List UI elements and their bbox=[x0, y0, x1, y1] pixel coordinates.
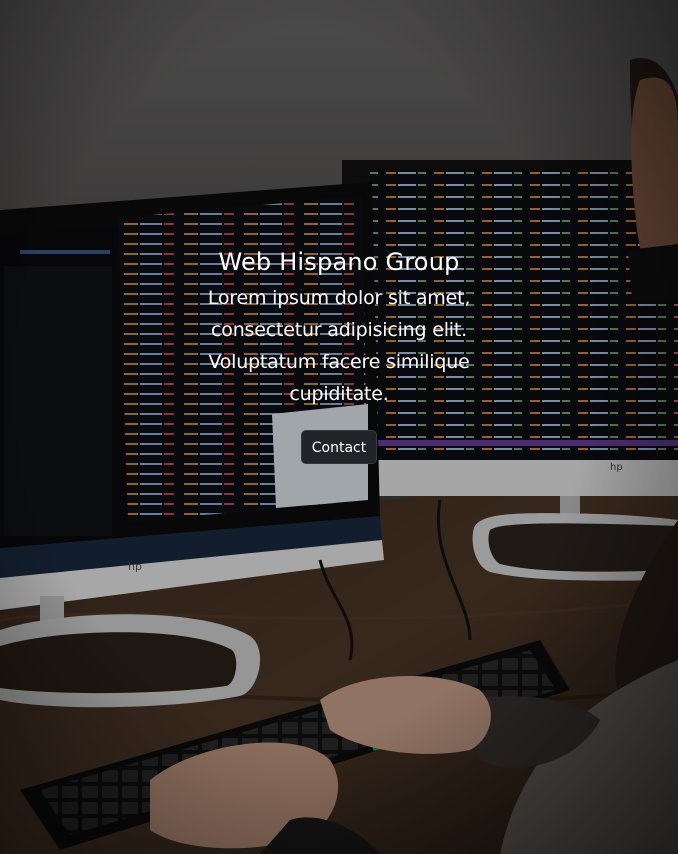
hero-section: hp hp Web bbox=[0, 0, 678, 854]
contact-button[interactable]: Contact bbox=[300, 430, 378, 464]
hero-content: Web Hispano Group Lorem ipsum dolor sit … bbox=[0, 246, 678, 464]
hero-lead-text: Lorem ipsum dolor sit amet, consectetur … bbox=[207, 287, 471, 405]
hero-title: Web Hispano Group bbox=[218, 248, 460, 276]
